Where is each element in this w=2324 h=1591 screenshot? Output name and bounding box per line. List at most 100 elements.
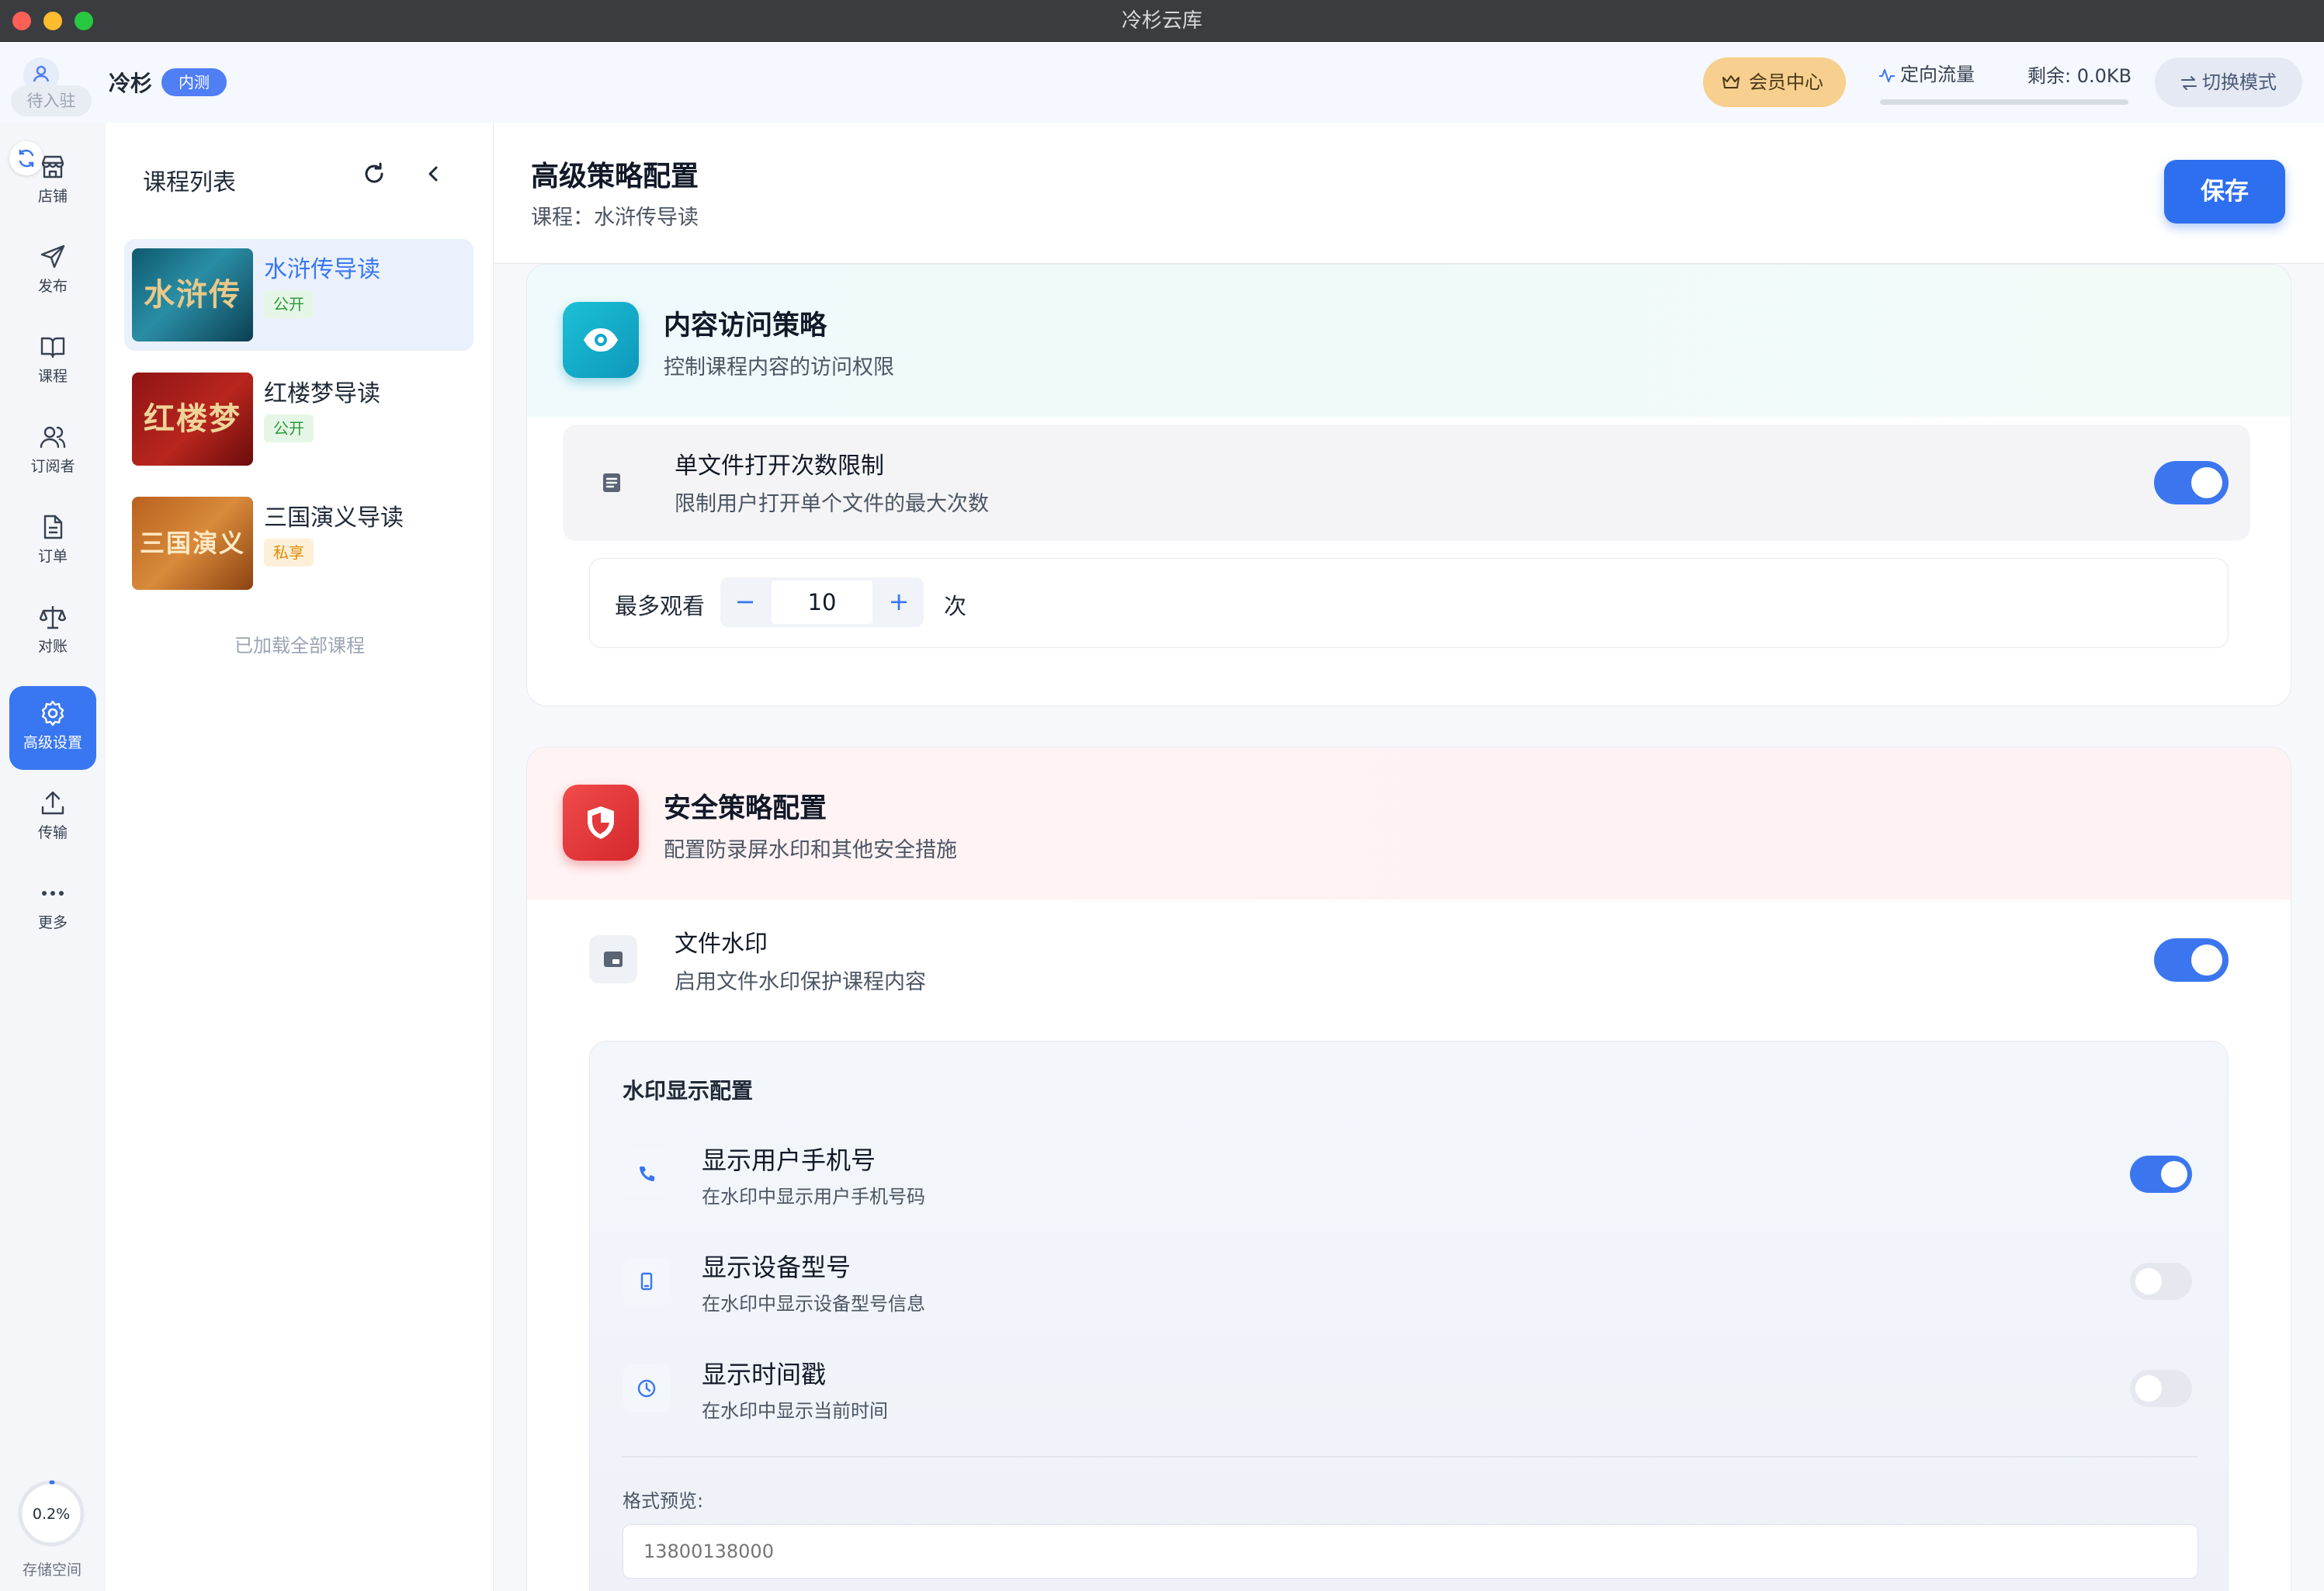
sidebar-item-courses[interactable]: 课程 xyxy=(9,320,96,404)
page-subtitle: 课程：水浒传导读 xyxy=(531,206,699,230)
toggle-knob xyxy=(2191,945,2222,976)
scale-icon xyxy=(40,606,66,629)
course-name: 三国演义导读 xyxy=(264,504,404,532)
toggle-knob xyxy=(2191,467,2222,498)
card-header: 安全策略配置 配置防录屏水印和其他安全措施 xyxy=(527,747,2291,899)
option-title: 显示设备型号 xyxy=(702,1253,852,1282)
storage-label: 存储空间 xyxy=(22,1562,82,1579)
phone-icon xyxy=(640,1166,654,1181)
format-preview-field[interactable] xyxy=(623,1524,2198,1579)
card-title: 安全策略配置 xyxy=(664,793,827,824)
max-view-input[interactable]: 10 xyxy=(772,581,872,624)
user-icon xyxy=(33,65,50,82)
traffic-remaining: 剩余: 0.0KB xyxy=(2027,65,2132,87)
app-name: 冷杉 xyxy=(109,71,153,96)
course-list-title: 课程列表 xyxy=(143,169,236,196)
sidebar-item-label: 订单 xyxy=(37,548,68,565)
course-list-panel: 课程列表 水浒传 水浒传导读 公开 红楼梦 红楼梦导读 公开 三国演义 三国演义… xyxy=(106,123,494,1591)
sidebar-item-label: 高级设置 xyxy=(23,734,82,751)
card-icon-box xyxy=(563,785,639,861)
toggle-knob xyxy=(2135,1268,2162,1295)
sidebar-item-advanced-settings[interactable]: 高级设置 xyxy=(9,686,96,770)
refresh-icon[interactable] xyxy=(362,161,387,186)
option-icon-box xyxy=(623,1364,671,1412)
sidebar-item-label: 发布 xyxy=(37,278,68,295)
sidebar-item-publish[interactable]: 发布 xyxy=(9,230,96,314)
max-view-label: 最多观看 xyxy=(615,593,706,619)
card-description: 控制课程内容的访问权限 xyxy=(664,355,894,380)
sidebar-item-more[interactable]: 更多 xyxy=(9,866,96,950)
sidebar-item-label: 更多 xyxy=(37,914,68,931)
chevron-left-icon[interactable] xyxy=(421,161,446,186)
vip-center-button[interactable]: 会员中心 xyxy=(1703,57,1846,107)
storage-percent: 0.2% xyxy=(32,1506,71,1523)
sidebar-item-orders[interactable]: 订单 xyxy=(9,500,96,584)
watermark-setting: 文件水印 启用文件水印保护课程内容 xyxy=(563,910,2250,1027)
show-phone-toggle[interactable] xyxy=(2130,1156,2192,1193)
content-access-card: 内容访问策略 控制课程内容的访问权限 单文件打开次数限制 限制用户打开单个文件的… xyxy=(526,264,2291,706)
document-icon xyxy=(43,515,63,539)
sidebar-item-label: 传输 xyxy=(37,824,68,841)
show-device-toggle[interactable] xyxy=(2130,1263,2192,1300)
show-device-option: 显示设备型号 在水印中显示设备型号信息 xyxy=(623,1242,2198,1327)
setting-icon-box xyxy=(588,459,636,507)
panel-title: 水印显示配置 xyxy=(623,1078,754,1104)
clock-icon xyxy=(637,1379,656,1398)
cover-text: 红楼梦 xyxy=(144,400,241,437)
save-button[interactable]: 保存 xyxy=(2164,160,2285,224)
store-icon xyxy=(41,155,64,179)
sidebar-item-label: 订阅者 xyxy=(30,458,75,475)
sidebar-item-label: 课程 xyxy=(37,368,68,385)
switch-mode-button[interactable]: 切换模式 xyxy=(2155,57,2302,107)
traffic-indicator: 定向流量 xyxy=(1878,59,1975,86)
sidebar-item-subscribers[interactable]: 订阅者 xyxy=(9,410,96,494)
sidebar-item-reconcile[interactable]: 对账 xyxy=(9,590,96,674)
user-status-badge[interactable]: 待入驻 xyxy=(11,85,92,116)
sidebar-nav: 店铺 发布 课程 订阅者 订单 对账 高级设置 传输 更多 0.2% 存储空间 xyxy=(0,123,104,1591)
security-policy-card: 安全策略配置 配置防录屏水印和其他安全措施 文件水印 启用文件水印保护课程内容 … xyxy=(526,747,2291,1591)
sidebar-item-label: 店铺 xyxy=(37,188,68,205)
status-badge: 公开 xyxy=(264,414,314,442)
page-header: 高级策略配置 课程：水浒传导读 保存 xyxy=(494,123,2324,264)
traffic-progress-bar xyxy=(1880,99,2128,105)
card-title: 内容访问策略 xyxy=(664,310,827,341)
setting-title: 单文件打开次数限制 xyxy=(675,452,884,480)
watermark-display-panel: 水印显示配置 显示用户手机号 在水印中显示用户手机号码 显示设备型号 在水印中显… xyxy=(589,1041,2229,1591)
course-cover: 水浒传 xyxy=(132,248,253,341)
status-badge: 公开 xyxy=(264,290,314,318)
decrement-button[interactable]: − xyxy=(720,577,770,627)
open-limit-toggle[interactable] xyxy=(2154,461,2229,504)
shield-icon xyxy=(588,806,614,839)
sidebar-item-label: 对账 xyxy=(37,638,68,655)
show-phone-option: 显示用户手机号 在水印中显示用户手机号码 xyxy=(623,1135,2198,1220)
toggle-knob xyxy=(2161,1161,2187,1187)
beta-badge: 内测 xyxy=(161,68,227,96)
max-view-unit: 次 xyxy=(944,593,967,619)
max-view-setting: 最多观看 − 10 + 次 xyxy=(589,558,2229,648)
setting-title: 文件水印 xyxy=(675,931,768,958)
card-header: 内容访问策略 控制课程内容的访问权限 xyxy=(527,265,2291,417)
show-timestamp-toggle[interactable] xyxy=(2130,1370,2192,1407)
cover-text: 水浒传 xyxy=(144,276,241,313)
sidebar-item-transfer[interactable]: 传输 xyxy=(9,776,96,860)
toggle-knob xyxy=(2135,1375,2162,1402)
upload-icon xyxy=(41,791,64,815)
watermark-toggle[interactable] xyxy=(2154,938,2229,982)
gear-icon xyxy=(41,700,64,726)
setting-description: 启用文件水印保护课程内容 xyxy=(675,970,926,994)
users-icon xyxy=(40,426,66,449)
max-view-stepper: − 10 + xyxy=(720,577,924,627)
sidebar-item-store[interactable]: 店铺 xyxy=(9,140,96,224)
send-icon xyxy=(40,244,65,269)
course-item-shuihu[interactable]: 水浒传 水浒传导读 公开 xyxy=(124,239,473,351)
switch-mode-label: 切换模式 xyxy=(2202,71,2277,93)
option-icon-box xyxy=(623,1257,671,1305)
traffic-label: 定向流量 xyxy=(1900,64,1975,85)
course-item-honglou[interactable]: 红楼梦 红楼梦导读 公开 xyxy=(124,363,473,475)
crown-icon xyxy=(1722,75,1740,88)
increment-button[interactable]: + xyxy=(874,577,924,627)
option-description: 在水印中显示当前时间 xyxy=(702,1400,888,1422)
course-item-sanguo[interactable]: 三国演义 三国演义导读 私享 xyxy=(124,487,473,599)
card-description: 配置防录屏水印和其他安全措施 xyxy=(664,838,957,862)
course-name: 红楼梦导读 xyxy=(264,380,380,407)
